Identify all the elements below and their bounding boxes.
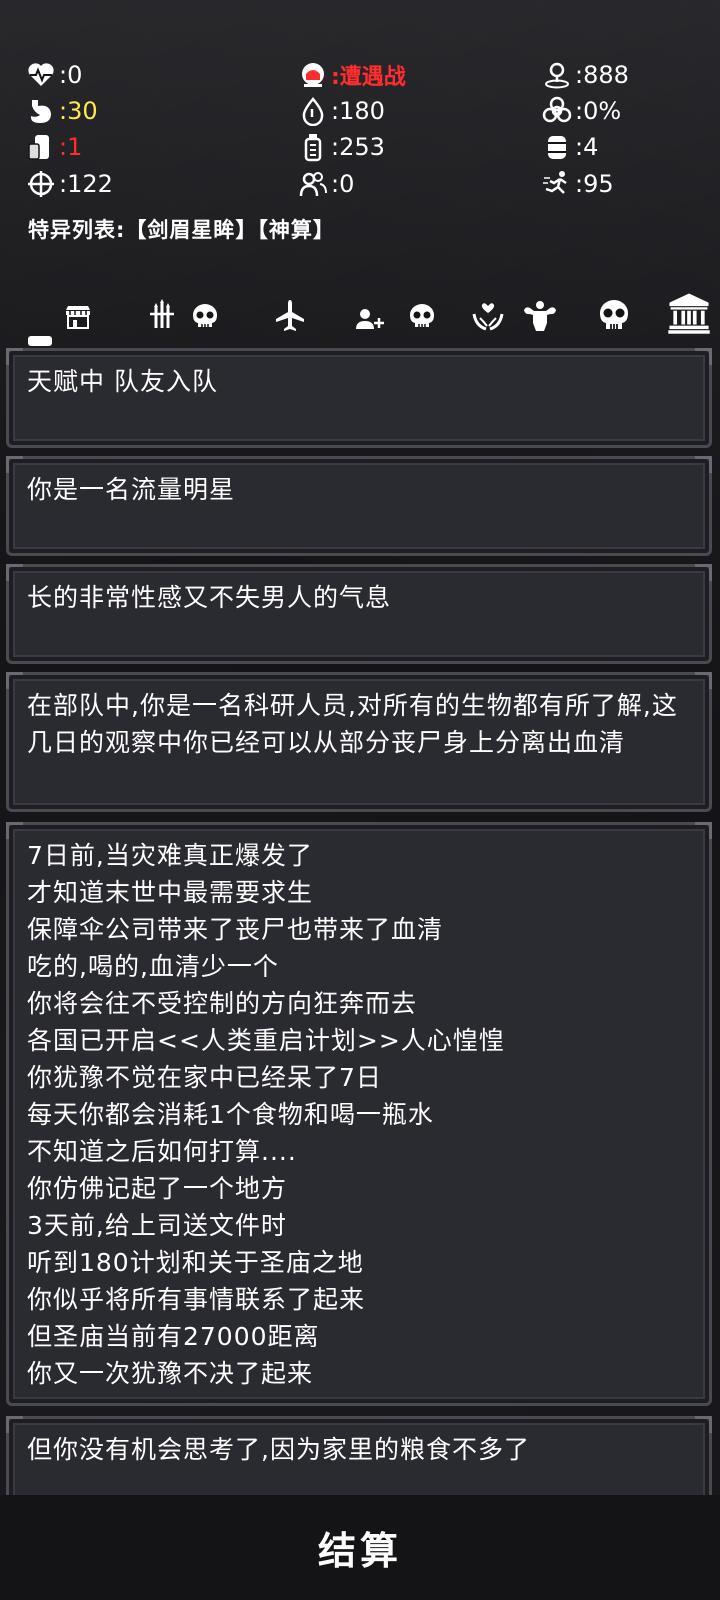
story-card-text: 天赋中 队友入队	[27, 367, 218, 396]
aim-stat: :122	[26, 167, 113, 201]
bank-icon	[668, 293, 710, 334]
map-pin-icon	[545, 62, 569, 89]
weapons-icon	[150, 299, 174, 328]
biohazard-icon	[542, 96, 572, 123]
story-card-text: 7日前,当灾难真正爆发了 才知道末世中最需要求生 保障伞公司带来了丧尸也带来了血…	[27, 841, 505, 1388]
tab-zombies-3[interactable]	[594, 296, 634, 336]
water-stat: :180	[298, 94, 385, 128]
water-value: :180	[331, 97, 385, 125]
story-card: 但你没有机会思考了,因为家里的粮食不多了	[6, 1416, 712, 1498]
agility-stat: :95	[542, 167, 614, 201]
charity-icon	[472, 303, 504, 331]
tab-recruit[interactable]	[350, 296, 390, 336]
skull-icon	[193, 304, 217, 327]
bottle-icon	[304, 134, 322, 162]
story-card-text: 你是一名流量明星	[27, 475, 236, 504]
encounter-stat: :遭遇战	[298, 58, 406, 92]
infection-value: :0%	[575, 97, 622, 125]
stomach-icon	[30, 100, 51, 123]
story-card: 在部队中,你是一名科研人员,对所有的生物都有所了解,这几日的观察中你已经可以从部…	[6, 672, 712, 812]
teammates-stat: :0	[298, 167, 354, 201]
people-icon	[299, 172, 327, 197]
crosshair-icon	[28, 171, 54, 197]
settle-button[interactable]: 结算	[318, 1520, 402, 1575]
health-value: :0	[59, 61, 83, 89]
barrel-icon	[548, 136, 566, 159]
skull-icon	[600, 300, 628, 329]
plane-icon	[276, 300, 304, 331]
hunger-value: :30	[59, 97, 98, 125]
shop-icon	[66, 306, 90, 329]
aim-value: :122	[59, 170, 113, 198]
tab-weapons[interactable]	[142, 296, 182, 336]
story-card: 长的非常性感又不失男人的气息	[6, 564, 712, 664]
hunger-stat: :30	[26, 94, 98, 128]
food-can-icon	[28, 135, 49, 160]
story-card-text: 长的非常性感又不失男人的气息	[27, 583, 392, 612]
story-card-text: 但你没有机会思考了,因为家里的粮食不多了	[27, 1435, 530, 1464]
skull-icon	[410, 304, 434, 327]
distance-stat: :888	[542, 58, 629, 92]
encounter-value: :遭遇战	[331, 65, 406, 90]
food-value: :1	[59, 133, 83, 161]
story-list[interactable]: 天赋中 队友入队 你是一名流量明星 长的非常性感又不失男人的气息 在部队中,你是…	[0, 348, 720, 1498]
story-card: 天赋中 队友入队	[6, 348, 712, 448]
tab-zombies-2[interactable]	[402, 296, 442, 336]
supplies-value: :4	[575, 133, 599, 161]
bottles-value: :253	[331, 133, 385, 161]
tab-travel[interactable]	[270, 296, 310, 336]
strength-icon	[524, 301, 556, 331]
head-icon	[302, 63, 324, 87]
story-card: 7日前,当灾难真正爆发了 才知道末世中最需要求生 保障伞公司带来了丧尸也带来了血…	[6, 822, 712, 1406]
tab-training[interactable]	[520, 296, 560, 336]
active-tab-indicator	[28, 336, 52, 346]
story-card: 你是一名流量明星	[6, 456, 712, 556]
food-stat: :1	[26, 130, 82, 164]
tab-bank[interactable]	[666, 293, 712, 336]
distance-value: :888	[575, 61, 629, 89]
water-drop-icon	[302, 97, 324, 126]
running-icon	[543, 171, 567, 194]
tab-bar	[0, 290, 720, 340]
supplies-stat: :4	[542, 130, 598, 164]
traits-list: 特异列表:【剑眉星眸】【神算】	[28, 218, 335, 242]
heartbeat-icon	[28, 63, 54, 86]
health-stat: :0	[26, 58, 82, 92]
bottles-stat: :253	[298, 130, 385, 164]
tab-charity[interactable]	[468, 296, 508, 336]
settle-bar: 结算	[0, 1495, 720, 1600]
teammates-value: :0	[331, 170, 355, 198]
infection-stat: :0%	[542, 94, 621, 128]
agility-value: :95	[575, 170, 614, 198]
story-card-text: 在部队中,你是一名科研人员,对所有的生物都有所了解,这几日的观察中你已经可以从部…	[27, 691, 678, 757]
tab-zombies-1[interactable]	[185, 296, 225, 336]
tab-shop[interactable]	[58, 296, 98, 336]
add-friend-icon	[356, 309, 384, 329]
